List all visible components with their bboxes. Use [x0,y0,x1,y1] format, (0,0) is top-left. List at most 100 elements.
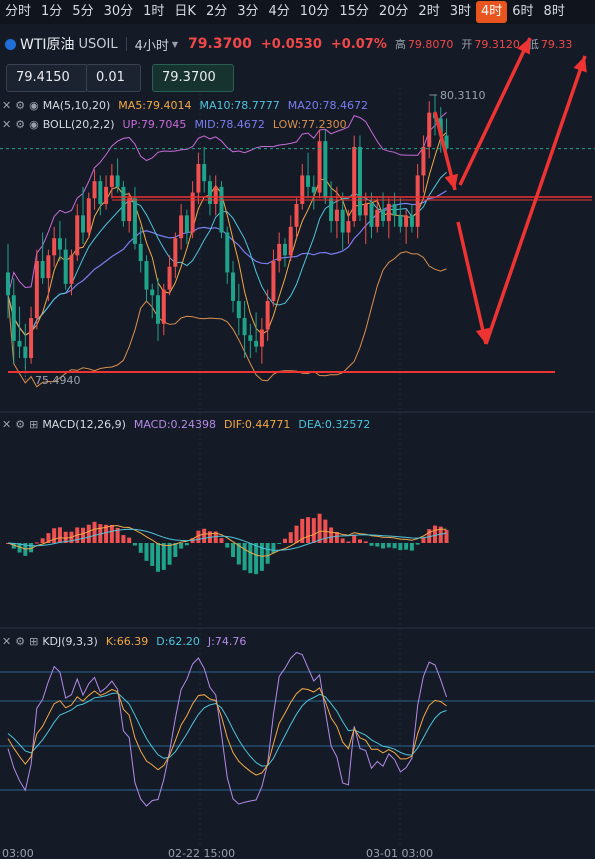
close-icon[interactable]: ✕ [2,635,11,648]
candle-body [121,186,126,222]
candle-body [115,175,120,187]
close-icon[interactable]: ✕ [2,418,11,431]
candle-body [11,295,16,341]
candle-body [334,209,339,222]
macd-bar [381,543,386,549]
candle-body [254,340,259,347]
ma-name: MA(5,10,20) [42,99,111,112]
boll-mid-value: MID:78.4672 [194,118,265,131]
macd-bar [109,525,114,543]
macd-bar [34,542,39,544]
candle-body [173,238,178,267]
macd-bar [369,543,374,546]
macd-bar [306,517,311,543]
candle-body [421,146,426,176]
candle-body [202,164,207,182]
candle-body [398,215,403,227]
candle-body [409,215,414,227]
expand-icon[interactable]: ⊞ [29,418,38,431]
candle-body [161,289,166,324]
candle-body [219,186,224,233]
macd-bar [432,525,437,543]
candle-body [92,181,97,199]
x-axis-label: 02-22 15:00 [168,847,235,859]
candle-body [86,198,91,233]
candle-body [156,295,161,324]
macd-bar [363,541,368,543]
candle-body [329,198,334,222]
candle-body [323,141,328,199]
macd-bar [340,538,345,543]
macd-bar [127,537,132,543]
macd-bar [415,543,420,545]
macd-bar [161,543,166,570]
macd-bar [144,543,149,561]
candle-body [363,203,368,216]
candle-body [282,243,287,256]
macd-name: MACD(12,26,9) [42,418,126,431]
candle-body [288,226,293,256]
macd-bar [398,543,403,551]
candle-body [52,238,57,256]
ma10-value: MA10:78.7777 [199,99,280,112]
dif-line [7,525,447,557]
candle-body [150,289,155,296]
candle-body [29,318,34,359]
candle-body [196,164,201,193]
candle-body [104,186,109,204]
candle-body [225,232,230,273]
macd-bar [386,543,391,548]
candle-body [184,215,189,233]
candle-body [144,261,149,290]
kdj-name: KDJ(9,3,3) [42,635,98,648]
eye-icon[interactable]: ◉ [29,99,39,112]
macd-bar [375,543,380,547]
dea-value: DEA:0.32572 [298,418,371,431]
macd-bar [40,538,45,543]
macd-bar [219,538,224,543]
settings-icon[interactable]: ⚙ [15,635,25,648]
macd-bar [352,534,357,543]
candle-body [352,146,357,222]
x-axis-label: 03:00 [2,847,34,859]
macd-bar [288,532,293,543]
close-icon[interactable]: ✕ [2,99,11,112]
candle-body [167,266,172,290]
candle-body [57,238,62,250]
macd-bar [81,527,86,543]
macd-value: MACD:0.24398 [133,418,217,431]
settings-icon[interactable]: ⚙ [15,118,25,131]
candle-body [271,261,276,301]
macd-bar [121,535,126,543]
close-icon[interactable]: ✕ [2,118,11,131]
candle-body [381,209,386,222]
forecast-arrow-rally-head [573,56,587,73]
macd-bar [184,543,189,546]
candle-body [69,255,74,284]
settings-icon[interactable]: ⚙ [15,99,25,112]
macd-bar [138,543,143,553]
macd-bar [52,528,57,543]
expand-icon[interactable]: ⊞ [29,635,38,648]
eye-icon[interactable]: ◉ [29,118,39,131]
boll-name: BOLL(20,2,2) [42,118,115,131]
candle-body [340,209,345,233]
candle-body [190,192,195,233]
settings-icon[interactable]: ⚙ [15,418,25,431]
candle-body [98,181,103,204]
macd-bar [282,538,287,543]
candle-body [34,261,39,319]
candle-body [127,198,132,222]
d-line [7,692,447,767]
candle-body [248,335,253,341]
candle-body [207,181,212,204]
candle-body [386,203,391,222]
macd-bar [392,543,397,549]
macd-bar [57,527,62,543]
boll-low-value: LOW:77.2300 [272,118,347,131]
candle-body [236,300,241,319]
boll-legend: ✕ ⚙ ◉ BOLL(20,2,2) UP:79.7045 MID:78.467… [0,118,355,131]
macd-bar [357,539,362,543]
candle-body [369,203,374,227]
low-price-label: 75.4940 [35,374,81,387]
